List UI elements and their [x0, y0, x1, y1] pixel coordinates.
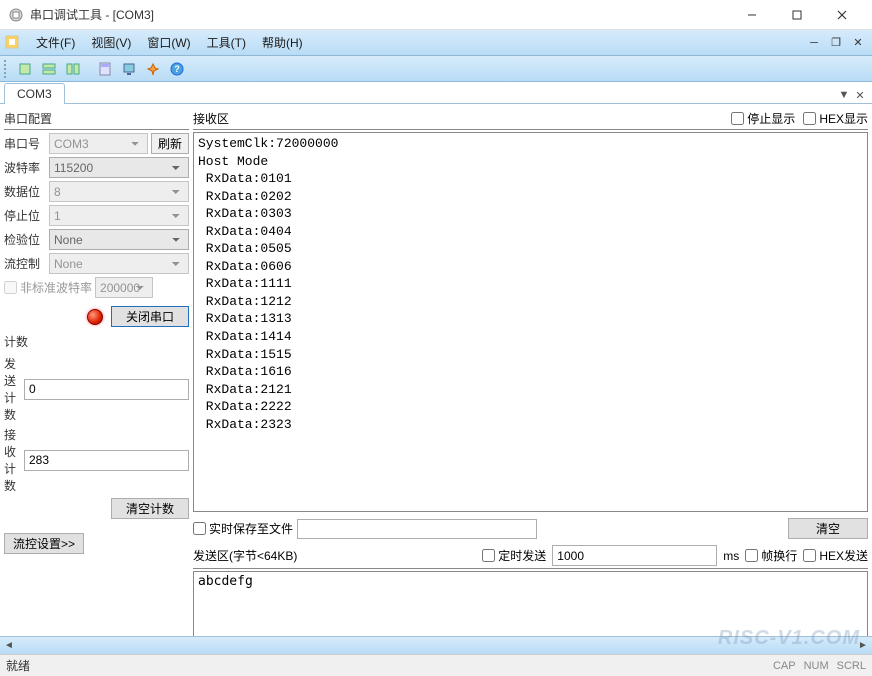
hex-display-checkbox[interactable]: HEX显示 [803, 110, 868, 127]
scroll-left-icon[interactable]: ◄ [0, 638, 18, 654]
parity-select[interactable]: None [49, 229, 189, 250]
rx-count-field[interactable] [24, 450, 189, 471]
menu-window[interactable]: 窗口(W) [139, 32, 198, 53]
clear-count-button[interactable]: 清空计数 [111, 498, 189, 519]
nonstd-baud-checkbox[interactable]: 非标准波特率 [4, 279, 92, 296]
mdi-close-button[interactable]: ✕ [848, 34, 868, 52]
toolbar-tile-h-icon[interactable] [38, 59, 60, 79]
stopbits-label: 停止位 [4, 207, 46, 224]
menu-tools[interactable]: 工具(T) [199, 32, 254, 53]
minimize-button[interactable] [729, 1, 774, 29]
tab-dropdown-icon[interactable]: ▼ [836, 87, 852, 103]
toolbar-calc-icon[interactable] [94, 59, 116, 79]
nonstd-baud-select[interactable]: 200000 [95, 277, 153, 298]
menu-help[interactable]: 帮助(H) [254, 32, 311, 53]
stopbits-select[interactable]: 1 [49, 205, 189, 226]
menu-app-icon [4, 34, 22, 52]
ms-label: ms [723, 549, 739, 563]
frame-wrap-checkbox[interactable]: 帧换行 [745, 547, 797, 564]
hex-send-checkbox[interactable]: HEX发送 [803, 547, 868, 564]
tx-header: 发送区(字节<64KB) 定时发送 ms 帧换行 HEX发送 [193, 545, 868, 569]
count-group: 计数 发送计数 接收计数 清空计数 [4, 331, 189, 519]
right-panel: 接收区 停止显示 HEX显示 SystemClk:72000000 Host M… [193, 108, 868, 670]
rx-title: 接收区 [193, 110, 731, 127]
tab-com3[interactable]: COM3 [4, 83, 65, 104]
status-cap: CAP [773, 660, 796, 672]
parity-label: 检验位 [4, 231, 46, 248]
status-ready: 就绪 [6, 657, 30, 674]
baud-select[interactable]: 115200 [49, 157, 189, 178]
refresh-button[interactable]: 刷新 [151, 133, 189, 154]
close-button[interactable] [819, 1, 864, 29]
toolbar-tile-v-icon[interactable] [62, 59, 84, 79]
toolbar-grip [4, 60, 10, 78]
databits-label: 数据位 [4, 183, 46, 200]
mdi-restore-button[interactable]: ❐ [826, 34, 846, 52]
interval-field[interactable] [552, 545, 717, 566]
timed-send-checkbox[interactable]: 定时发送 [482, 547, 546, 564]
stop-display-checkbox[interactable]: 停止显示 [731, 110, 795, 127]
rx-header: 接收区 停止显示 HEX显示 [193, 108, 868, 130]
toolbar-pin-icon[interactable] [142, 59, 164, 79]
rx-textarea[interactable]: SystemClk:72000000 Host Mode RxData:0101… [193, 132, 868, 512]
serial-config-group: 串口配置 串口号 COM3 刷新 波特率 115200 数据位 8 停止位 1 … [4, 108, 189, 327]
flow-settings-button[interactable]: 流控设置>> [4, 533, 84, 554]
tx-textarea[interactable] [193, 571, 868, 643]
flow-label: 流控制 [4, 255, 46, 272]
count-title: 计数 [4, 331, 189, 352]
tx-count-label: 发送计数 [4, 355, 21, 423]
mdi-scrollbar[interactable]: ◄ ► [0, 636, 872, 654]
client-area: 串口配置 串口号 COM3 刷新 波特率 115200 数据位 8 停止位 1 … [0, 104, 872, 674]
save-to-file-checkbox[interactable]: 实时保存至文件 [193, 520, 293, 537]
status-num: NUM [804, 660, 829, 672]
tab-close-icon[interactable]: ✕ [852, 87, 868, 103]
flow-select[interactable]: None [49, 253, 189, 274]
save-path-field[interactable] [297, 519, 537, 539]
menubar: 文件(F) 视图(V) 窗口(W) 工具(T) 帮助(H) ─ ❐ ✕ [0, 30, 872, 56]
status-scrl: SCRL [837, 660, 866, 672]
databits-select[interactable]: 8 [49, 181, 189, 202]
rx-count-label: 接收计数 [4, 426, 21, 494]
scroll-right-icon[interactable]: ► [854, 638, 872, 654]
statusbar: 就绪 CAP NUM SCRL [0, 654, 872, 676]
toolbar-help-icon[interactable]: ? [166, 59, 188, 79]
tx-title: 发送区(字节<64KB) [193, 547, 476, 564]
toolbar-monitor-icon[interactable] [118, 59, 140, 79]
mdi-minimize-button[interactable]: ─ [804, 34, 824, 52]
window-title: 串口调试工具 - [COM3] [30, 6, 729, 23]
toolbar: ? [0, 56, 872, 82]
status-led-icon [87, 309, 103, 325]
maximize-button[interactable] [774, 1, 819, 29]
left-panel: 串口配置 串口号 COM3 刷新 波特率 115200 数据位 8 停止位 1 … [4, 108, 189, 670]
titlebar: 串口调试工具 - [COM3] [0, 0, 872, 30]
close-port-button[interactable]: 关闭串口 [111, 306, 189, 327]
toolbar-new-icon[interactable] [14, 59, 36, 79]
serial-config-title: 串口配置 [4, 108, 189, 130]
menu-file[interactable]: 文件(F) [28, 32, 83, 53]
svg-text:?: ? [174, 64, 180, 74]
tx-count-field[interactable] [24, 379, 189, 400]
menu-view[interactable]: 视图(V) [83, 32, 139, 53]
port-label: 串口号 [4, 135, 46, 152]
rx-clear-button[interactable]: 清空 [788, 518, 868, 539]
baud-label: 波特率 [4, 159, 46, 176]
app-icon [8, 7, 24, 23]
tabbar: COM3 ▼ ✕ [0, 82, 872, 104]
port-select[interactable]: COM3 [49, 133, 148, 154]
